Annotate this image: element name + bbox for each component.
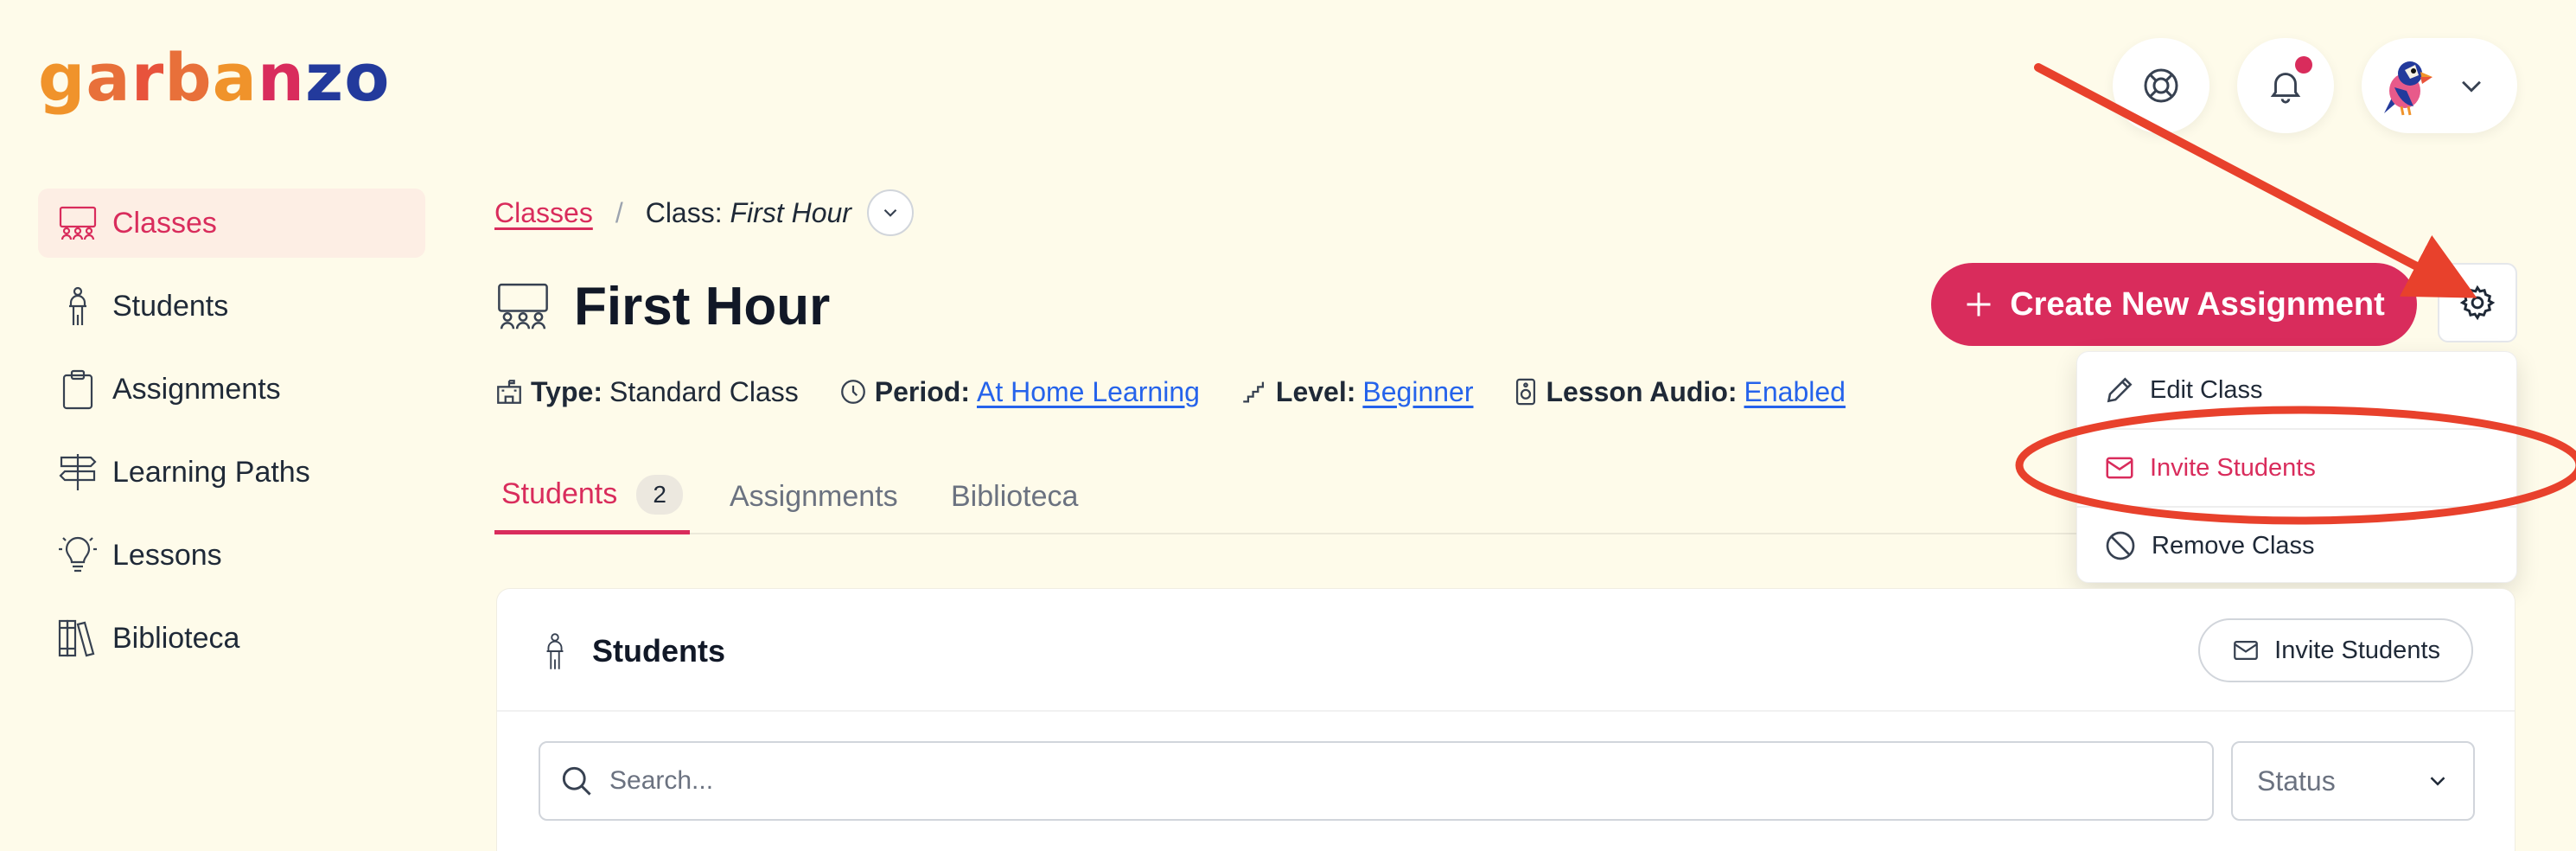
students-panel-title-text: Students (592, 633, 726, 669)
class-switcher-button[interactable] (866, 189, 914, 236)
school-icon (494, 377, 524, 406)
status-filter-label: Status (2257, 765, 2336, 797)
student-search (539, 741, 2214, 821)
chevron-down-icon (2425, 768, 2451, 794)
books-icon (57, 617, 99, 659)
logo-letter: r (131, 39, 165, 116)
tab-students[interactable]: Students 2 (494, 458, 691, 534)
breadcrumb-current: Class: First Hour (646, 197, 851, 229)
student-icon (57, 285, 99, 327)
signpost-icon (57, 451, 99, 493)
invite-students-label: Invite Students (2274, 636, 2440, 664)
logo-letter: a (212, 39, 258, 116)
logo-letter: a (86, 39, 131, 116)
stairs-icon (1240, 377, 1269, 406)
class-settings-button[interactable] (2438, 263, 2517, 342)
sidebar-item-classes[interactable]: Classes (38, 189, 425, 258)
logo-letter: z (305, 39, 345, 116)
garbanzo-logo[interactable]: garbanzo (38, 45, 390, 111)
menu-item-edit-class[interactable]: Edit Class (2077, 352, 2516, 428)
sidebar: Classes Students Assignments Learning Pa… (38, 189, 425, 687)
tab-label: Students (501, 477, 618, 510)
students-panel-header: Students Invite Students (497, 589, 2515, 712)
class-level-label: Level: (1275, 375, 1356, 407)
create-assignment-label: Create New Assignment (2010, 285, 2385, 323)
help-button[interactable] (2113, 38, 2209, 133)
sidebar-item-lessons[interactable]: Lessons (38, 521, 425, 590)
tab-label: Assignments (730, 479, 898, 513)
logo-letter: g (38, 39, 86, 116)
lifebuoy-icon (2140, 65, 2182, 106)
sidebar-item-label: Lessons (112, 538, 222, 572)
student-icon (540, 630, 570, 672)
lightbulb-icon (57, 534, 99, 576)
tab-label: Biblioteca (951, 479, 1079, 513)
page-header: First Hour (494, 275, 830, 337)
class-details: Type: Standard Class Period: At Home Lea… (494, 370, 1885, 413)
gear-icon (2458, 284, 2496, 322)
class-type-label: Type: (531, 375, 603, 407)
profile-menu-button[interactable] (2362, 38, 2517, 133)
breadcrumb-current-name: First Hour (730, 196, 851, 228)
tab-assignments[interactable]: Assignments (730, 458, 898, 534)
sidebar-item-learning-paths[interactable]: Learning Paths (38, 438, 425, 507)
menu-item-invite-students[interactable]: Invite Students (2077, 430, 2516, 506)
class-period-label: Period: (874, 375, 970, 407)
breadcrumb: Classes / Class: First Hour (494, 189, 914, 237)
status-filter-select[interactable]: Status (2231, 741, 2475, 821)
notifications-button[interactable] (2237, 38, 2334, 133)
class-type-value: Standard Class (609, 375, 799, 407)
invite-students-button[interactable]: Invite Students (2198, 618, 2473, 682)
tab-count-badge: 2 (636, 474, 684, 515)
search-input[interactable] (609, 766, 2165, 796)
students-panel: Students Invite Students Status (496, 588, 2515, 851)
sidebar-item-biblioteca[interactable]: Biblioteca (38, 604, 425, 673)
speaker-icon (1513, 377, 1539, 406)
envelope-icon (2103, 451, 2136, 484)
chevron-down-icon (2457, 71, 2486, 100)
sidebar-item-label: Learning Paths (112, 455, 310, 489)
avatar (2375, 53, 2441, 118)
search-icon (558, 762, 596, 800)
sidebar-item-label: Biblioteca (112, 621, 240, 655)
logo-letter: o (344, 39, 391, 116)
breadcrumb-classes-link[interactable]: Classes (494, 197, 593, 229)
menu-item-label: Invite Students (2150, 453, 2316, 482)
notification-dot (2295, 56, 2312, 74)
clipboard-icon (57, 368, 99, 410)
class-period: Period: At Home Learning (838, 376, 1200, 408)
class-audio-link[interactable]: Enabled (1744, 376, 1846, 408)
chevron-down-icon (879, 202, 902, 224)
classroom-icon (494, 281, 552, 331)
breadcrumb-current-prefix: Class: (645, 196, 723, 228)
envelope-icon (2231, 636, 2260, 665)
menu-item-remove-class[interactable]: Remove Class (2077, 508, 2516, 584)
logo-letter: b (164, 39, 213, 116)
ban-icon (2103, 528, 2138, 563)
class-level-link[interactable]: Beginner (1362, 376, 1473, 408)
classroom-icon (57, 202, 99, 244)
menu-item-label: Remove Class (2152, 531, 2315, 560)
class-level: Level: Beginner (1240, 375, 1473, 408)
class-lesson-audio: Lesson Audio: Enabled (1513, 375, 1846, 408)
sidebar-item-label: Classes (112, 206, 217, 240)
students-panel-title: Students (540, 627, 725, 675)
create-assignment-button[interactable]: Create New Assignment (1931, 263, 2417, 346)
class-period-link[interactable]: At Home Learning (977, 376, 1200, 408)
logo-letter: n (257, 39, 305, 116)
tab-biblioteca[interactable]: Biblioteca (951, 458, 1078, 534)
plus-icon (1963, 289, 1994, 320)
pencil-icon (2103, 374, 2136, 406)
clock-icon (838, 377, 868, 406)
sidebar-item-label: Students (112, 289, 229, 323)
class-audio-label: Lesson Audio: (1546, 375, 1738, 407)
sidebar-item-label: Assignments (112, 372, 281, 406)
page-title: First Hour (574, 276, 831, 336)
class-type: Type: Standard Class (494, 376, 799, 408)
sidebar-item-students[interactable]: Students (38, 272, 425, 341)
menu-item-label: Edit Class (2150, 375, 2263, 404)
sidebar-item-assignments[interactable]: Assignments (38, 355, 425, 424)
breadcrumb-separator: / (615, 196, 623, 228)
class-settings-menu: Edit Class Invite Students Remove Class (2076, 351, 2517, 583)
